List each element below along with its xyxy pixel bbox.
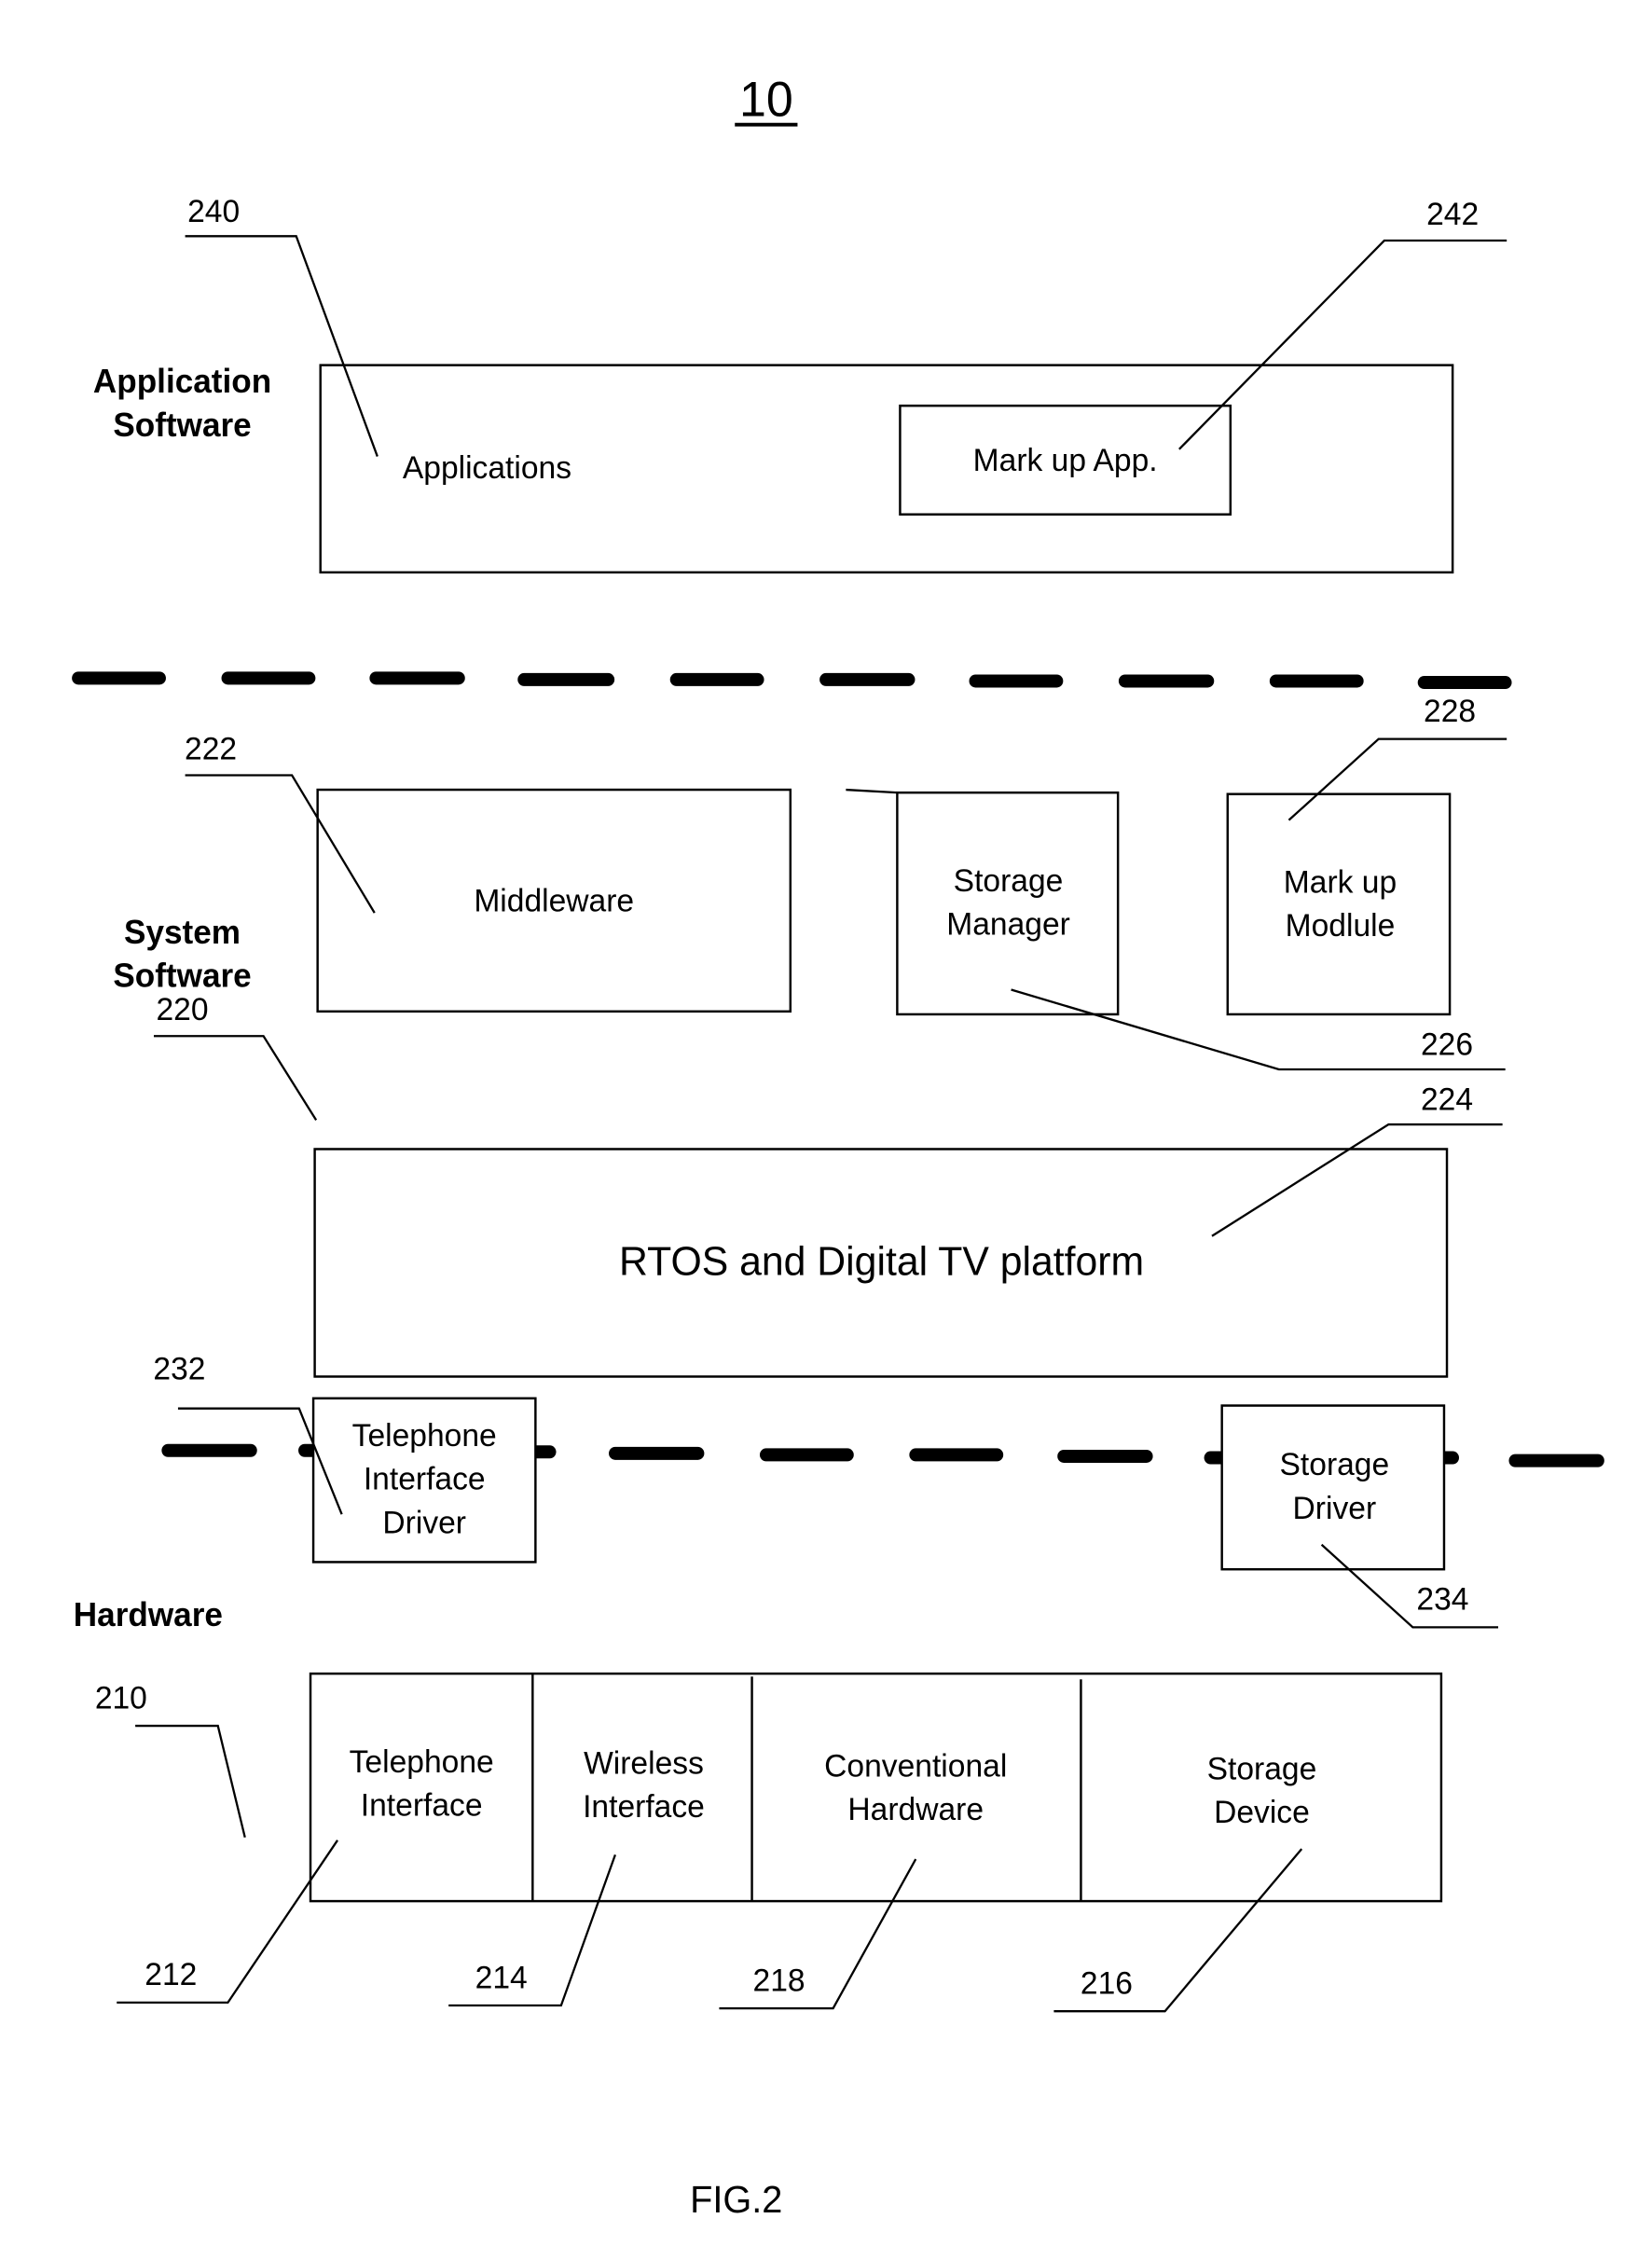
markup-module-label-line1: Mark up [1284,864,1397,900]
telephone-interface-label-line2: Interface [361,1787,483,1823]
telephone-interface-driver-label-line1: Telephone [352,1418,497,1454]
storage-driver-box [1220,1404,1446,1571]
ref-242: 242 [1426,197,1479,232]
ref-240: 240 [187,194,240,229]
ref-228: 228 [1424,694,1476,729]
ref-210: 210 [95,1680,147,1716]
storage-device-label-line1: Storage [1207,1751,1317,1786]
leader-218 [719,1858,917,2010]
rtos-platform-label: RTOS and Digital TV platform [619,1239,1144,1284]
conventional-hardware-label-line2: Hardware [847,1792,984,1827]
layer-label-hardware: Hardware [74,1596,223,1633]
storage-manager-box [896,791,1120,1016]
ref-234: 234 [1416,1581,1468,1617]
middleware-label: Middleware [474,883,634,918]
ref-214: 214 [475,1960,528,1995]
storage-driver-label-line1: Storage [1280,1447,1390,1482]
storage-manager-label-line1: Storage [954,863,1064,899]
ref-226: 226 [1421,1027,1473,1062]
ref-218: 218 [753,1963,805,1998]
figure-number-text: 10 [739,73,793,127]
storage-device-label-line2: Device [1214,1795,1310,1830]
markup-app-label: Mark up App. [973,443,1158,478]
leader-220 [153,1035,318,1122]
leader-242 [1178,239,1507,450]
wireless-interface-label-line2: Interface [583,1789,705,1825]
figure-caption: FIG.2 [690,2180,782,2221]
ref-232: 232 [153,1351,205,1386]
ref-216: 216 [1081,1965,1133,2001]
wireless-interface-label-line1: Wireless [584,1745,704,1781]
storage-manager-top-extension [846,788,898,794]
applications-label: Applications [403,450,571,486]
markup-module-label-line2: Modlule [1286,908,1396,944]
telephone-interface-driver-label-line2: Interface [364,1461,486,1496]
figure-number: 10 [735,73,798,127]
storage-manager-label-line2: Manager [946,906,1070,942]
leader-224 [1211,1123,1503,1237]
ref-212: 212 [145,1957,197,1992]
leader-210 [135,1724,246,1838]
layer-label-system-line2: Software [113,957,251,994]
leader-222 [185,774,376,914]
ref-224: 224 [1421,1082,1473,1117]
layer-separator-top [72,671,1512,690]
storage-driver-label-line2: Driver [1293,1491,1377,1526]
telephone-interface-driver-label-line3: Driver [382,1505,466,1540]
ref-222: 222 [185,731,237,766]
ref-220: 220 [157,992,209,1027]
layer-label-system-line1: System [124,914,241,951]
telephone-interface-label-line1: Telephone [350,1744,494,1780]
leader-228 [1287,737,1507,821]
architecture-diagram: 10 Application Software System Software … [72,73,1604,2221]
layer-label-application-line1: Application [93,363,271,400]
conventional-hardware-label-line1: Conventional [824,1748,1007,1784]
markup-module-box [1226,792,1452,1016]
layer-label-application-line2: Software [113,406,251,444]
